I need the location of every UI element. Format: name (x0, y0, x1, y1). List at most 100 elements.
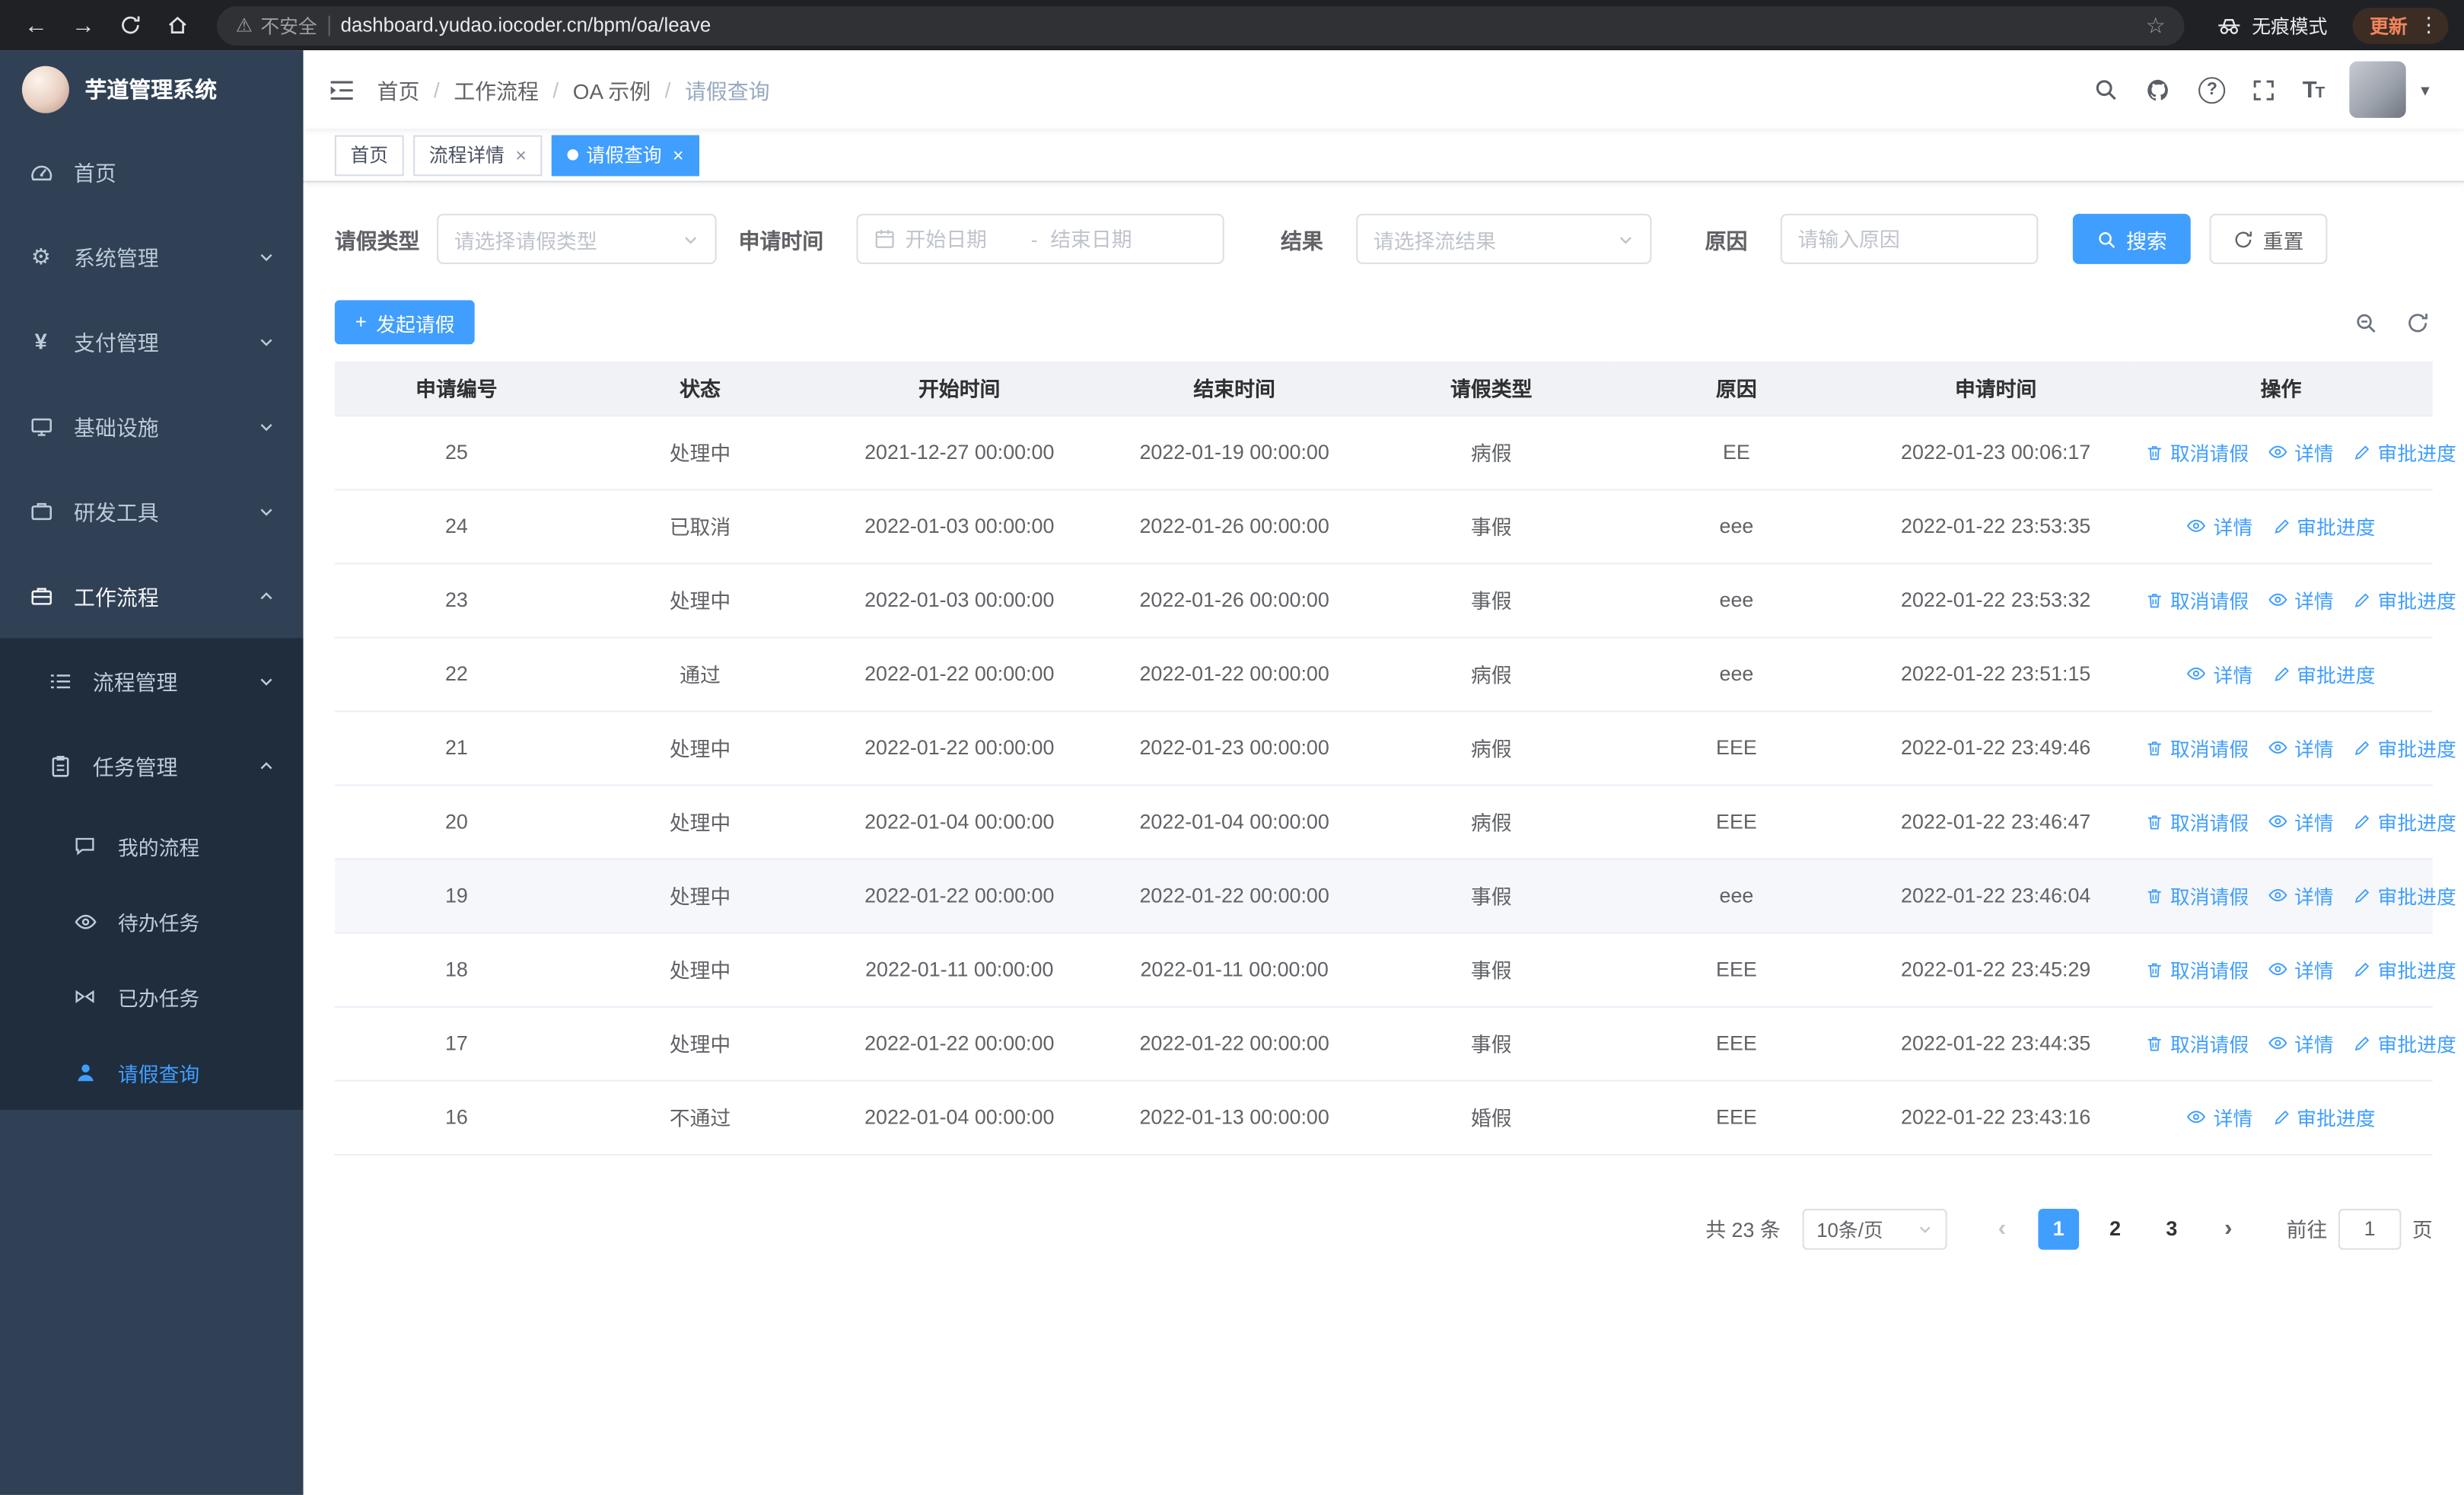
approval-progress-link[interactable]: 审批进度 (2353, 807, 2456, 837)
search-icon[interactable] (2093, 77, 2119, 102)
detail-link[interactable]: 详情 (2268, 732, 2334, 762)
page-button-2[interactable]: 2 (2095, 1208, 2136, 1249)
github-icon[interactable] (2145, 76, 2172, 103)
page-button-3[interactable]: 3 (2151, 1208, 2192, 1249)
sidebar-item-rd-tools[interactable]: 研发工具 (0, 468, 304, 553)
start-date-input[interactable] (905, 227, 1019, 251)
back-icon[interactable]: ← (16, 5, 57, 46)
approval-progress-link[interactable]: 审批进度 (2353, 1028, 2456, 1058)
breadcrumb-workflow[interactable]: 工作流程 (454, 74, 539, 105)
font-size-icon[interactable]: TT (2303, 76, 2326, 103)
search-form: 请假类型 请选择请假类型 申请时间 - (335, 213, 2433, 264)
sidebar-item-leave-query[interactable]: 请假查询 (0, 1034, 304, 1110)
cell-apply-time: 2022-01-22 23:44:35 (1862, 1006, 2130, 1081)
sidebar-item-my-process[interactable]: 我的流程 (0, 808, 304, 883)
approval-progress-link[interactable]: 审批进度 (2271, 1102, 2375, 1132)
table-row: 20 处理中 2022-01-04 00:00:00 2022-01-04 00:00… (334, 784, 2456, 859)
tab-process-detail[interactable]: 流程详情 × (413, 134, 543, 176)
prev-page-button[interactable]: ‹ (1982, 1208, 2023, 1249)
cell-apply-time: 2022-01-22 23:51:15 (1862, 636, 2130, 712)
cancel-leave-link[interactable]: 取消请假 (2145, 955, 2249, 984)
sidebar-item-task-management[interactable]: 任务管理 (0, 723, 304, 808)
breadcrumb-home[interactable]: 首页 (377, 74, 420, 105)
sidebar-item-done-tasks[interactable]: 已办任务 (0, 959, 304, 1034)
approval-progress-link[interactable]: 审批进度 (2271, 659, 2375, 689)
trash-icon (2147, 1037, 2161, 1051)
cancel-leave-link[interactable]: 取消请假 (2145, 881, 2249, 910)
tab-home[interactable]: 首页 (334, 134, 404, 176)
detail-link[interactable]: 详情 (2187, 1101, 2252, 1131)
cancel-leave-link[interactable]: 取消请假 (2145, 807, 2249, 837)
result-select[interactable]: 请选择流结果 (1356, 213, 1652, 264)
tab-leave-query[interactable]: 请假查询 × (551, 134, 700, 176)
detail-link[interactable]: 详情 (2268, 585, 2334, 614)
detail-link[interactable]: 详情 (2268, 806, 2334, 836)
detail-link[interactable]: 详情 (2268, 880, 2334, 910)
close-icon[interactable]: × (673, 144, 683, 166)
app-logo[interactable]: 芋道管理系统 (0, 50, 304, 129)
cell-start-time: 2022-01-11 00:00:00 (822, 932, 1097, 1007)
cell-leave-type: 事假 (1371, 1006, 1611, 1081)
collapse-sidebar-icon[interactable] (329, 78, 355, 101)
page-size-select[interactable]: 10条/页 (1802, 1208, 1947, 1249)
apply-time-range-picker[interactable]: - (856, 213, 1224, 264)
create-leave-button[interactable]: + 发起请假 (334, 300, 476, 345)
cancel-leave-link[interactable]: 取消请假 (2145, 585, 2249, 615)
next-page-button[interactable]: › (2208, 1208, 2249, 1249)
cell-status: 处理中 (578, 563, 823, 638)
reload-icon[interactable] (110, 5, 151, 46)
page-button-1[interactable]: 1 (2038, 1208, 2080, 1249)
sidebar-item-home[interactable]: 首页 (0, 129, 304, 214)
end-date-input[interactable] (1050, 227, 1164, 251)
approval-progress-link[interactable]: 审批进度 (2271, 512, 2375, 541)
sidebar-item-todo-tasks[interactable]: 待办任务 (0, 884, 304, 959)
help-icon[interactable]: ? (2198, 76, 2226, 104)
approval-progress-link[interactable]: 审批进度 (2353, 955, 2456, 984)
security-chip[interactable]: ⚠ 不安全 (236, 11, 317, 38)
edit-icon (2274, 518, 2288, 534)
goto-page-input[interactable] (2338, 1208, 2402, 1249)
chevron-down-icon (1617, 231, 1635, 248)
breadcrumb-oa-example[interactable]: OA 示例 (573, 74, 651, 105)
cancel-leave-link[interactable]: 取消请假 (2145, 1028, 2249, 1058)
leave-type-select[interactable]: 请选择请假类型 (437, 213, 717, 264)
toggle-search-icon[interactable] (2354, 311, 2378, 334)
approval-progress-link[interactable]: 审批进度 (2353, 438, 2456, 467)
user-avatar[interactable] (2350, 61, 2407, 118)
caret-down-icon[interactable]: ▾ (2421, 79, 2429, 100)
detail-link[interactable]: 详情 (2268, 1028, 2334, 1057)
approval-progress-link[interactable]: 审批进度 (2353, 585, 2456, 615)
column-header: 开始时间 (822, 361, 1097, 416)
sidebar-item-process-management[interactable]: 流程管理 (0, 638, 304, 723)
sidebar-item-workflow[interactable]: 工作流程 (0, 553, 304, 639)
edit-icon (2354, 592, 2370, 607)
search-button[interactable]: 搜索 (2072, 213, 2191, 264)
address-bar[interactable]: ⚠ 不安全 dashboard.yudao.iocoder.cn/bpm/oa/… (216, 5, 2185, 45)
chevron-down-icon (258, 417, 275, 435)
refresh-table-icon[interactable] (2406, 311, 2430, 334)
sidebar-item-payment[interactable]: ¥ 支付管理 (0, 298, 304, 384)
close-icon[interactable]: × (515, 144, 526, 166)
home-icon[interactable] (158, 5, 199, 46)
cancel-leave-link[interactable]: 取消请假 (2145, 438, 2249, 467)
bookmark-star-icon[interactable]: ☆ (2146, 11, 2166, 38)
edit-icon (2354, 741, 2370, 755)
detail-link[interactable]: 详情 (2268, 437, 2334, 467)
detail-link[interactable]: 详情 (2187, 658, 2252, 688)
cancel-leave-link[interactable]: 取消请假 (2145, 733, 2249, 763)
result-label: 结果 (1281, 229, 1323, 253)
detail-link[interactable]: 详情 (2187, 511, 2252, 540)
detail-link[interactable]: 详情 (2268, 954, 2334, 983)
approval-progress-link[interactable]: 审批进度 (2353, 733, 2456, 763)
forward-icon[interactable]: → (63, 5, 104, 46)
cell-leave-type: 病假 (1371, 636, 1611, 712)
browser-menu-icon[interactable]: ⋮ (2418, 13, 2439, 38)
reset-button[interactable]: 重置 (2209, 213, 2328, 264)
sidebar-item-infrastructure[interactable]: 基础设施 (0, 384, 304, 469)
reason-input[interactable] (1797, 227, 2021, 251)
fullscreen-icon[interactable] (2252, 78, 2276, 101)
approval-progress-link[interactable]: 审批进度 (2353, 881, 2456, 910)
update-button[interactable]: 更新 ⋮ (2352, 7, 2449, 43)
chevron-down-icon (258, 672, 275, 690)
sidebar-item-system[interactable]: ⚙ 系统管理 (0, 214, 304, 299)
